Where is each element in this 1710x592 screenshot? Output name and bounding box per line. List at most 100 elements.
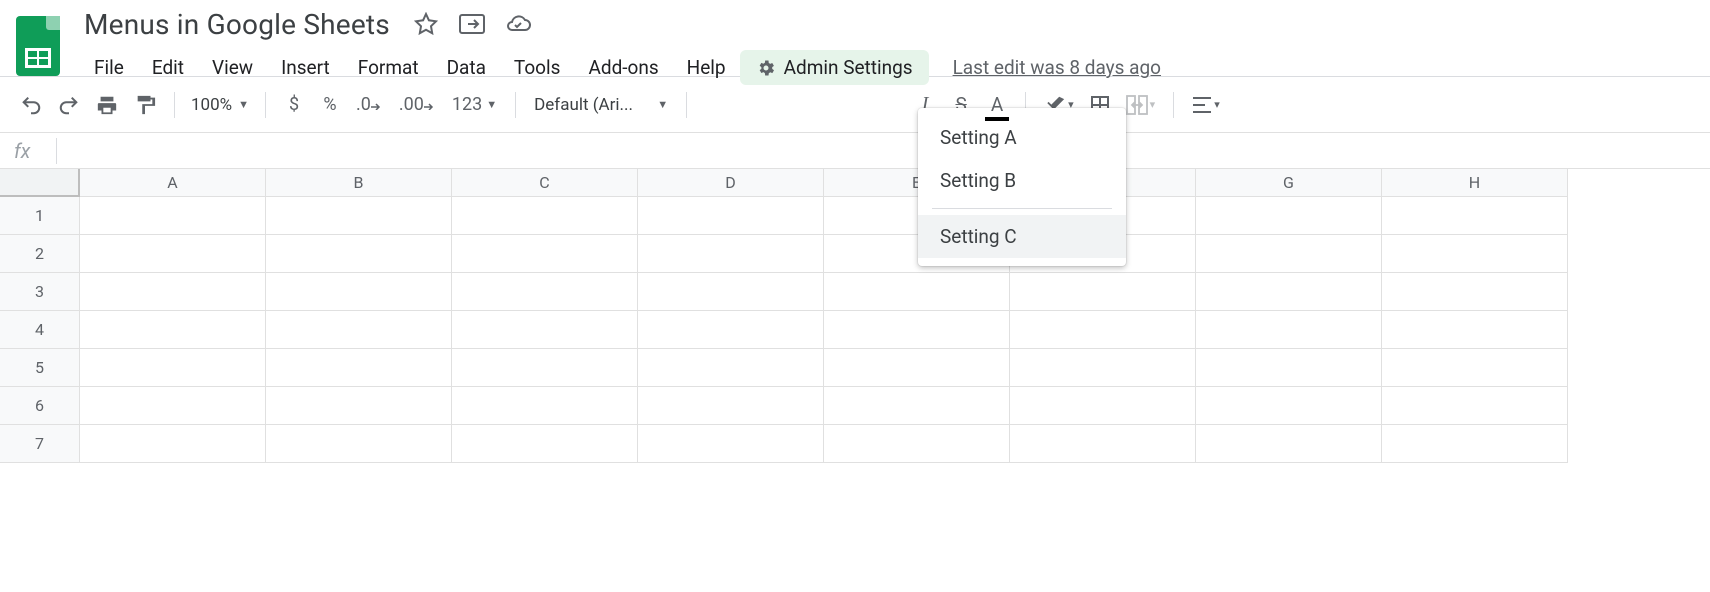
cell[interactable] [824,387,1010,425]
cell[interactable] [1196,235,1382,273]
menu-admin-settings[interactable]: Admin Settings [740,50,929,85]
formula-input[interactable] [63,133,1710,168]
format-percent-button[interactable]: % [312,87,348,123]
star-icon[interactable] [412,10,440,38]
row-header[interactable]: 5 [0,349,80,387]
cell[interactable] [1196,387,1382,425]
cell[interactable] [824,425,1010,463]
font-select[interactable]: Default (Ari... ▼ [526,87,676,123]
cell[interactable] [452,197,638,235]
cell[interactable] [452,235,638,273]
cell[interactable] [1382,197,1568,235]
print-button[interactable] [88,87,126,123]
row-header[interactable]: 2 [0,235,80,273]
cell[interactable] [266,349,452,387]
cell[interactable] [1382,235,1568,273]
row-header[interactable]: 6 [0,387,80,425]
paint-format-button[interactable] [126,87,164,123]
row-header[interactable]: 3 [0,273,80,311]
cell[interactable] [452,273,638,311]
cell[interactable] [1382,425,1568,463]
cell[interactable] [452,349,638,387]
cell[interactable] [638,197,824,235]
cell[interactable] [266,387,452,425]
cell[interactable] [1196,273,1382,311]
menu-help[interactable]: Help [673,50,740,85]
col-header[interactable]: C [452,169,638,197]
cell[interactable] [452,387,638,425]
row-header[interactable]: 7 [0,425,80,463]
cell[interactable] [266,425,452,463]
undo-button[interactable] [12,87,50,123]
cell[interactable] [1382,387,1568,425]
decrease-decimal-button[interactable]: .0 [348,87,391,123]
cell[interactable] [1382,349,1568,387]
cell[interactable] [80,387,266,425]
cell[interactable] [1010,349,1196,387]
menu-tools[interactable]: Tools [500,50,575,85]
cell[interactable] [452,311,638,349]
menu-edit[interactable]: Edit [138,50,198,85]
col-header[interactable]: H [1382,169,1568,197]
dropdown-item-setting-b[interactable]: Setting B [918,159,1126,202]
dropdown-item-setting-c[interactable]: Setting C [918,215,1126,258]
cell[interactable] [1196,197,1382,235]
move-icon[interactable] [458,10,486,38]
cell[interactable] [638,273,824,311]
menu-file[interactable]: File [80,50,138,85]
cell[interactable] [80,235,266,273]
document-title[interactable]: Menus in Google Sheets [80,6,394,43]
row-header[interactable]: 1 [0,197,80,235]
cell[interactable] [638,235,824,273]
cell[interactable] [80,349,266,387]
cell[interactable] [266,273,452,311]
cell[interactable] [80,425,266,463]
cell[interactable] [824,311,1010,349]
menu-insert[interactable]: Insert [267,50,344,85]
cell[interactable] [1010,425,1196,463]
cell[interactable] [80,197,266,235]
menu-format[interactable]: Format [344,50,433,85]
text-color-button[interactable]: A [979,87,1015,123]
cell[interactable] [1010,273,1196,311]
cell[interactable] [1010,311,1196,349]
horizontal-align-button[interactable]: ▾ [1184,87,1228,123]
spreadsheet-grid[interactable]: A B C D E F G H 1 2 3 4 5 6 7 [0,169,1710,463]
col-header[interactable]: D [638,169,824,197]
menu-view[interactable]: View [198,50,267,85]
cell[interactable] [1196,425,1382,463]
zoom-select[interactable]: 100% ▼ [185,95,255,115]
cell[interactable] [638,349,824,387]
increase-decimal-button[interactable]: .00 [391,87,444,123]
format-currency-button[interactable]: $ [276,87,312,123]
redo-button[interactable] [50,87,88,123]
cell[interactable] [266,197,452,235]
col-header[interactable]: G [1196,169,1382,197]
merge-cells-button[interactable]: ▾ [1118,87,1164,123]
cell[interactable] [1010,387,1196,425]
number-format-select[interactable]: 123 ▼ [444,87,505,123]
cell[interactable] [824,349,1010,387]
cell[interactable] [266,311,452,349]
cell[interactable] [1382,273,1568,311]
cell[interactable] [80,311,266,349]
cloud-status-icon[interactable] [504,10,532,38]
cell[interactable] [80,273,266,311]
menu-addons[interactable]: Add-ons [574,50,672,85]
cell[interactable] [1382,311,1568,349]
row-header[interactable]: 4 [0,311,80,349]
cell[interactable] [266,235,452,273]
last-edit-link[interactable]: Last edit was 8 days ago [953,56,1161,79]
col-header[interactable]: A [80,169,266,197]
select-all-corner[interactable] [0,169,80,197]
col-header[interactable]: B [266,169,452,197]
cell[interactable] [638,425,824,463]
sheets-logo[interactable] [16,8,68,78]
cell[interactable] [638,387,824,425]
cell[interactable] [1196,311,1382,349]
cell[interactable] [638,311,824,349]
cell[interactable] [1196,349,1382,387]
menu-data[interactable]: Data [433,50,500,85]
cell[interactable] [452,425,638,463]
dropdown-item-setting-a[interactable]: Setting A [918,116,1126,159]
